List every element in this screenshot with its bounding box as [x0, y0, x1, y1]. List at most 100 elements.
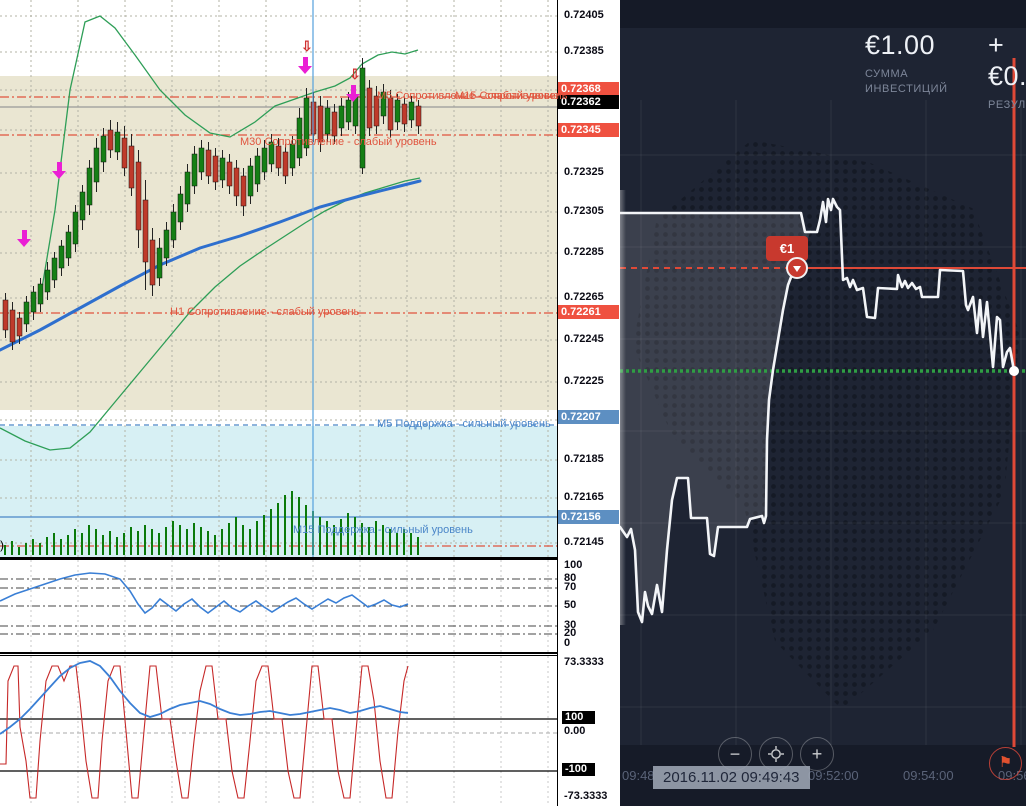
level-label: М30 Сопротивление - слабый уровень: [240, 136, 437, 148]
sell-signal-outline-arrow-icon: ⇩: [301, 38, 313, 55]
left-edge-glow: [620, 190, 626, 625]
candle: [213, 156, 218, 182]
candle: [24, 302, 29, 324]
price-tick: 0.72145: [564, 536, 604, 548]
sell-signal-outline-arrow-icon: ⇩: [349, 66, 361, 83]
time-label: 09:48: [622, 768, 655, 783]
result-label: РЕЗУЛ: [988, 98, 1026, 113]
binary-options-panel: €1.00 СУММА ИНВЕСТИЦИЙ +€0. РЕЗУЛ €1 ⚑ −: [620, 0, 1026, 806]
candle: [129, 146, 134, 188]
candle: [52, 258, 57, 280]
level-label: Н1 Сопротивление - слабый уровень: [170, 306, 359, 318]
candle: [199, 148, 204, 172]
trade-entry-marker: [786, 257, 808, 279]
trade-amount-text: €1: [780, 241, 794, 256]
candle: [276, 146, 281, 168]
candle: [115, 132, 120, 152]
price-highlight-label: 0.72345: [558, 123, 619, 137]
oscillator-pane-1[interactable]: [0, 559, 557, 654]
candle: [143, 200, 148, 262]
expiry-flag-icon: ⚑: [989, 747, 1022, 780]
candle: [360, 68, 365, 168]
level-label: М15 Поддержка - сильный уровень: [293, 524, 473, 536]
candle: [178, 194, 183, 222]
oscillator1-scale-tick: 0: [564, 637, 570, 649]
candle: [325, 108, 330, 134]
oscillator1-scale-tick: 100: [564, 559, 582, 571]
candle: [234, 168, 239, 196]
candle: [94, 148, 99, 182]
investment-amount: €1.00: [865, 30, 948, 61]
candle: [241, 176, 246, 206]
candle: [136, 162, 141, 230]
investment-label: СУММА ИНВЕСТИЦИЙ: [865, 67, 948, 98]
sell-signal-arrow-icon: [22, 230, 27, 239]
candle: [80, 192, 85, 220]
result-block: +€0. РЕЗУЛ: [988, 30, 1026, 113]
level-label: М15 Сопротивление: [455, 90, 559, 102]
sell-signal-arrow-icon: [303, 57, 308, 66]
candle: [31, 292, 36, 312]
candle: [388, 98, 393, 130]
datetime-tooltip: 2016.11.02 09:49:43: [653, 766, 810, 789]
candle: [10, 310, 15, 342]
candle: [227, 162, 232, 186]
candle: [395, 100, 400, 122]
candle: [192, 154, 197, 186]
trading-workspace: М5 Сопротивление - слабый уровеньМ15 Соп…: [0, 0, 1026, 806]
oscillator2-scale-tick: 100: [562, 711, 595, 724]
price-highlight-label: 0.72261: [558, 305, 619, 319]
candle: [108, 130, 113, 150]
oscillator2-scale-tick: -73.3333: [564, 790, 607, 802]
candle: [38, 284, 43, 304]
sell-signal-arrow-icon: [351, 85, 356, 94]
investment-block: €1.00 СУММА ИНВЕСТИЦИЙ: [865, 30, 948, 98]
candle: [346, 100, 351, 122]
candle: [66, 232, 71, 258]
candle: [59, 246, 64, 268]
candle: [17, 318, 22, 336]
candle: [339, 106, 344, 128]
candle: [3, 300, 8, 330]
oscillator-pane-2[interactable]: [0, 655, 557, 806]
price-tick: 0.72405: [564, 9, 604, 21]
candlestick-chart[interactable]: М5 Сопротивление - слабый уровеньМ15 Соп…: [0, 0, 557, 559]
price-tick: 0.72225: [564, 375, 604, 387]
price-tick: 0.72265: [564, 291, 604, 303]
candle: [73, 212, 78, 244]
candle: [255, 156, 260, 184]
price-tick: 0.72325: [564, 166, 604, 178]
candle: [45, 270, 50, 292]
candle: [87, 168, 92, 205]
candle: [332, 112, 337, 136]
candle: [416, 106, 421, 126]
plus-icon: +: [812, 744, 823, 764]
oscillator2-svg: [0, 656, 557, 806]
options-chart-svg[interactable]: [620, 0, 1026, 806]
candle: [409, 102, 414, 120]
price-highlight-label: 0.72156: [558, 510, 619, 524]
price-tick: 0.72245: [564, 333, 604, 345]
result-amount: +€0.: [988, 30, 1026, 92]
indicator-name-partial: ): [0, 538, 4, 552]
price-tick: 0.72185: [564, 453, 604, 465]
oscillator1-scale-tick: 70: [564, 581, 576, 593]
price-axis: 0.724050.723850.723250.723050.722850.722…: [557, 0, 621, 806]
candle: [171, 212, 176, 240]
price-highlight-label: 0.72207: [558, 410, 619, 424]
oscillator1-scale-tick: 50: [564, 599, 576, 611]
price-tick: 0.72285: [564, 246, 604, 258]
price-tick: 0.72165: [564, 491, 604, 503]
oscillator2-blue-line: [0, 661, 408, 734]
candle: [220, 158, 225, 180]
candle: [283, 152, 288, 176]
main-chart-svg: [0, 0, 557, 557]
candle: [157, 248, 162, 278]
price-tick: 0.72385: [564, 45, 604, 57]
candle: [367, 88, 372, 128]
candle: [206, 150, 211, 176]
current-price-dot: [1009, 366, 1019, 376]
oscillator2-scale-tick: -100: [562, 763, 595, 776]
candle: [185, 172, 190, 204]
level-label: М5 Поддержка - сильный уровень: [377, 418, 551, 430]
